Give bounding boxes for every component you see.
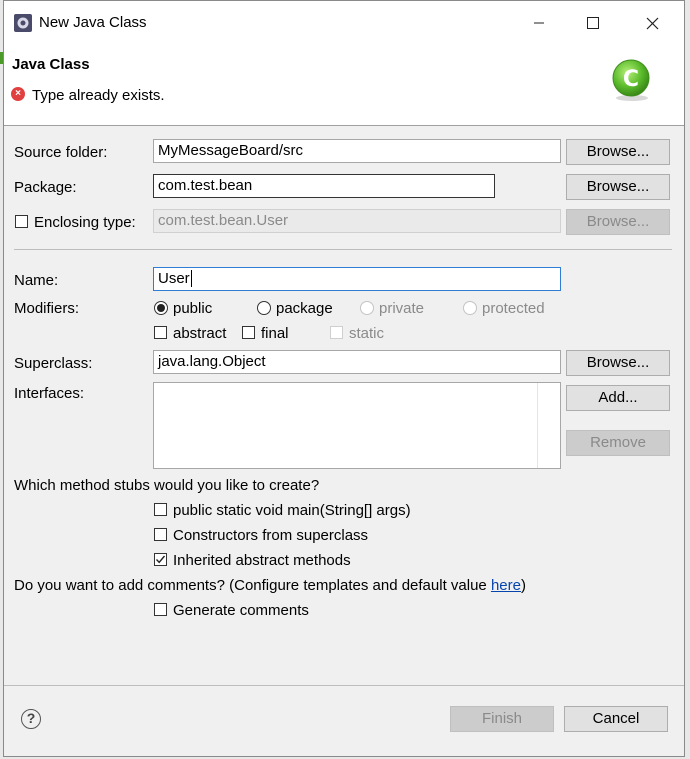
stub-constructors-label: Constructors from superclass bbox=[173, 527, 369, 544]
package-input[interactable]: com.test.bean bbox=[153, 174, 495, 198]
minimize-button[interactable] bbox=[516, 7, 562, 39]
eclipse-gear-icon bbox=[13, 13, 33, 33]
generate-comments-checkbox[interactable] bbox=[154, 603, 167, 616]
comments-question-end: ) bbox=[520, 577, 526, 594]
modifier-public-radio[interactable] bbox=[154, 301, 168, 315]
configure-templates-link[interactable]: here bbox=[491, 577, 521, 594]
modifier-final-label: final bbox=[261, 325, 289, 342]
enclosing-type-label: Enclosing type: bbox=[34, 214, 136, 231]
enclosing-type-browse-button: Browse... bbox=[566, 209, 670, 235]
title-bar: New Java Class bbox=[4, 1, 684, 45]
interfaces-remove-button: Remove bbox=[566, 430, 670, 456]
generate-comments-label: Generate comments bbox=[173, 602, 309, 619]
interfaces-label: Interfaces: bbox=[14, 385, 85, 402]
stub-main-label: public static void main(String[] args) bbox=[173, 502, 411, 519]
maximize-button[interactable] bbox=[570, 7, 616, 39]
stub-main-checkbox[interactable] bbox=[154, 503, 167, 516]
cancel-button[interactable]: Cancel bbox=[564, 706, 668, 732]
name-input[interactable]: User bbox=[153, 267, 561, 291]
source-folder-browse-button[interactable]: Browse... bbox=[566, 139, 670, 165]
source-folder-label: Source folder: bbox=[14, 144, 108, 161]
modifier-private-label: private bbox=[379, 300, 425, 317]
modifier-abstract-checkbox[interactable] bbox=[154, 326, 167, 339]
enclosing-type-input: com.test.bean.User bbox=[153, 209, 561, 233]
modifier-public-label: public bbox=[173, 300, 213, 317]
modifier-protected-label: protected bbox=[482, 300, 545, 317]
name-label: Name: bbox=[14, 272, 59, 289]
maximize-icon bbox=[587, 17, 599, 29]
svg-text:C: C bbox=[623, 67, 639, 92]
checkmark-icon bbox=[155, 555, 166, 564]
method-stubs-question: Which method stubs would you like to cre… bbox=[14, 477, 320, 494]
stub-inherited-label: Inherited abstract methods bbox=[173, 552, 351, 569]
stub-constructors-checkbox[interactable] bbox=[154, 528, 167, 541]
wizard-header: Java Class × Type already exists. C bbox=[4, 45, 684, 126]
modifier-package-radio[interactable] bbox=[257, 301, 271, 315]
modifier-protected-radio bbox=[463, 301, 477, 315]
footer-separator bbox=[4, 685, 684, 686]
help-icon[interactable]: ? bbox=[21, 709, 41, 729]
modifier-static-checkbox bbox=[330, 326, 343, 339]
stub-inherited-checkbox[interactable] bbox=[154, 553, 167, 566]
window-title: New Java Class bbox=[39, 14, 147, 31]
java-class-banner-icon: C bbox=[607, 56, 655, 104]
package-browse-button[interactable]: Browse... bbox=[566, 174, 670, 200]
interfaces-list[interactable] bbox=[153, 382, 561, 469]
modifier-final-checkbox[interactable] bbox=[242, 326, 255, 339]
name-input-value: User bbox=[158, 270, 190, 287]
comments-question-text: Do you want to add comments? (Configure … bbox=[14, 577, 491, 594]
finish-button: Finish bbox=[450, 706, 554, 732]
error-icon: × bbox=[11, 87, 25, 101]
text-cursor bbox=[190, 270, 192, 287]
package-label: Package: bbox=[14, 179, 77, 196]
comments-question: Do you want to add comments? (Configure … bbox=[14, 577, 526, 594]
new-java-class-dialog: New Java Class Java Class × Type already… bbox=[3, 0, 685, 757]
close-button[interactable] bbox=[629, 7, 675, 39]
wizard-title: Java Class bbox=[12, 56, 90, 73]
modifier-abstract-label: abstract bbox=[173, 325, 227, 342]
interfaces-add-button[interactable]: Add... bbox=[566, 385, 670, 411]
superclass-label: Superclass: bbox=[14, 355, 93, 372]
minimize-icon bbox=[534, 22, 544, 24]
modifier-static-label: static bbox=[349, 325, 385, 342]
source-folder-input[interactable]: MyMessageBoard/src bbox=[153, 139, 561, 163]
superclass-input[interactable]: java.lang.Object bbox=[153, 350, 561, 374]
enclosing-type-checkbox[interactable] bbox=[15, 215, 28, 228]
superclass-browse-button[interactable]: Browse... bbox=[566, 350, 670, 376]
modifier-private-radio bbox=[360, 301, 374, 315]
wizard-error-message: Type already exists. bbox=[32, 87, 165, 104]
separator bbox=[14, 249, 672, 250]
modifiers-label: Modifiers: bbox=[14, 300, 80, 317]
close-icon bbox=[646, 17, 658, 29]
modifier-package-label: package bbox=[276, 300, 333, 317]
